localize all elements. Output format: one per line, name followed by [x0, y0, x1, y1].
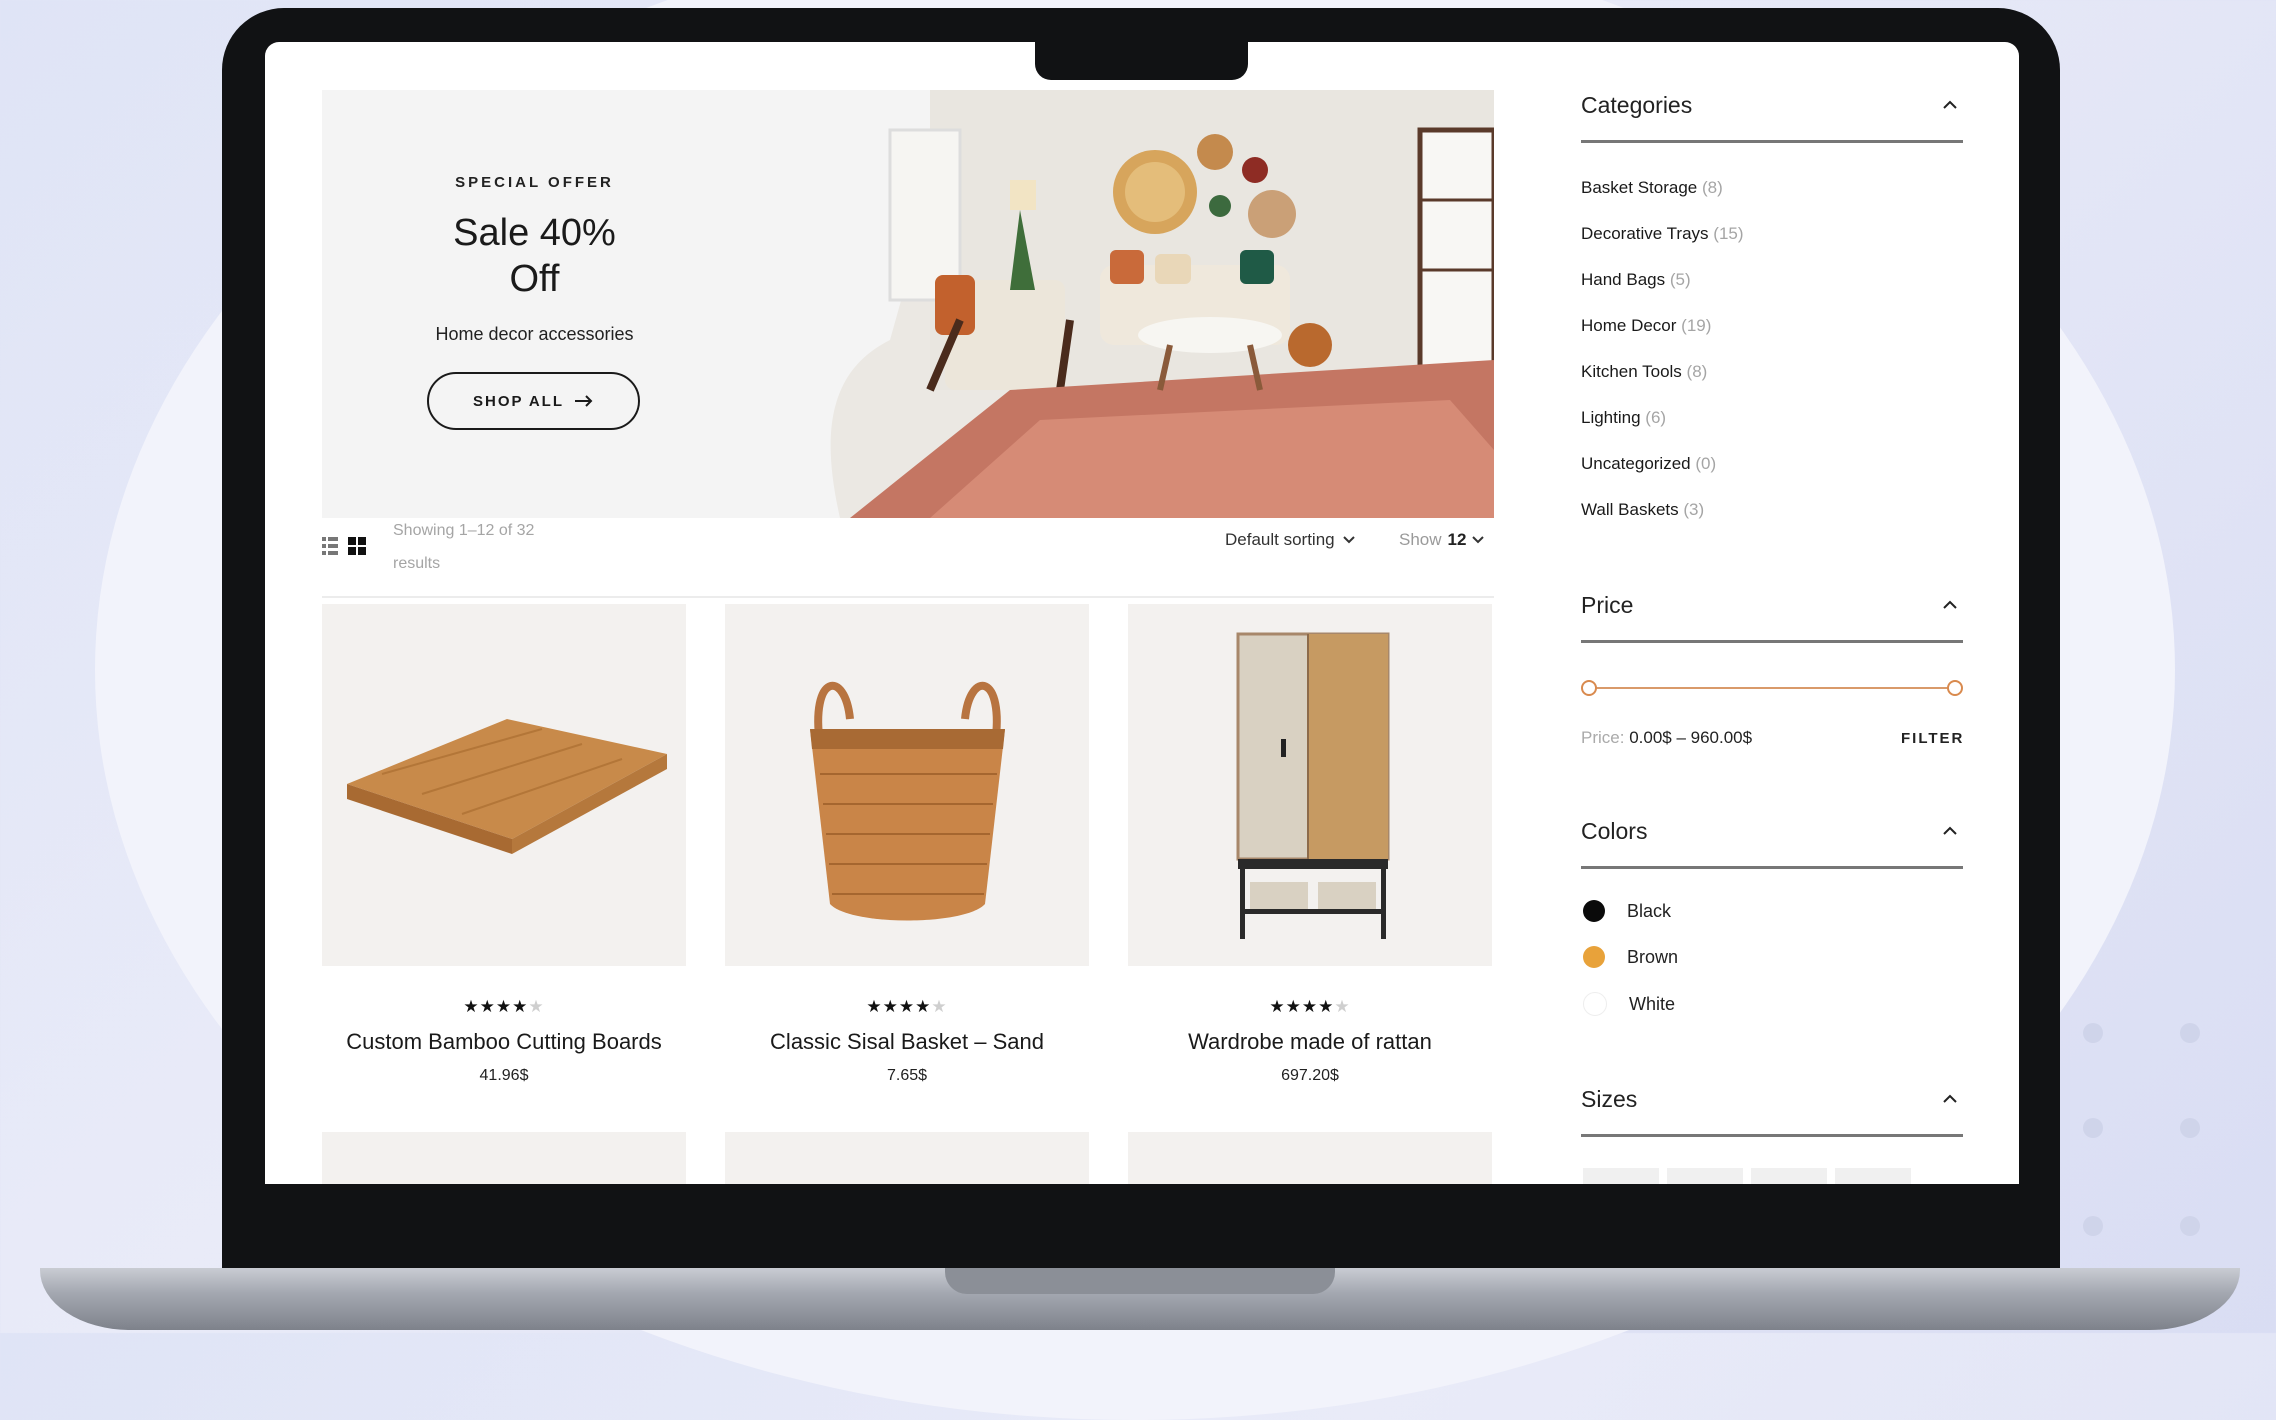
hero-subtitle: Home decor accessories: [435, 324, 634, 344]
decor-dot: [2083, 1216, 2103, 1236]
chevron-up-icon[interactable]: [1943, 100, 1957, 114]
rating-stars: ★★★★★: [866, 997, 948, 1016]
arrow-right-icon: [575, 395, 593, 407]
product-image[interactable]: [725, 604, 1089, 966]
category-item[interactable]: Wall Baskets (3): [1581, 500, 1704, 520]
decor-dot: [2083, 1023, 2103, 1043]
color-swatch[interactable]: [1583, 900, 1605, 922]
hero-banner: SPECIAL OFFER Sale 40% Off Home decor ac…: [322, 90, 1494, 518]
color-swatch[interactable]: [1583, 992, 1607, 1016]
hero-title: Sale 40% Off: [453, 212, 616, 300]
product-card[interactable]: ★★★★★ Classic Sisal Basket – Sand 7.65$: [725, 604, 1089, 1085]
sorting-select[interactable]: Default sorting: [1225, 530, 1355, 550]
price-slider-track[interactable]: [1587, 687, 1955, 689]
product-card-partial[interactable]: [322, 1132, 686, 1184]
product-card-partial[interactable]: [725, 1132, 1089, 1184]
price-header[interactable]: Price: [1581, 592, 1963, 619]
category-item[interactable]: Uncategorized (0): [1581, 454, 1716, 474]
price-title: Price: [1581, 592, 1634, 618]
rating-stars: ★★★★★: [1269, 997, 1351, 1016]
color-option-black[interactable]: Black: [1583, 900, 1671, 922]
product-card-partial[interactable]: [1128, 1132, 1492, 1184]
category-item[interactable]: Kitchen Tools (8): [1581, 362, 1707, 382]
product-name[interactable]: Wardrobe made of rattan: [1128, 1029, 1492, 1055]
price-range-label: Price: 0.00$ – 960.00$: [1581, 728, 1753, 747]
decor-dot: [2083, 1118, 2103, 1138]
camera-notch: [1035, 40, 1248, 80]
rating-stars: ★★★★★: [463, 997, 545, 1016]
colors-header[interactable]: Colors: [1581, 818, 1963, 845]
show-value: 12: [1447, 530, 1467, 549]
shop-all-button[interactable]: SHOP ALL: [427, 372, 640, 430]
sorting-label: Default sorting: [1225, 530, 1335, 549]
grid-view-icon[interactable]: [348, 537, 366, 555]
color-swatch[interactable]: [1583, 946, 1605, 968]
section-divider: [1581, 866, 1963, 869]
decor-dot: [2180, 1118, 2200, 1138]
decor-dot: [2180, 1216, 2200, 1236]
sizes-header[interactable]: Sizes: [1581, 1086, 1963, 1113]
product-price: 697.20$: [1281, 1067, 1339, 1084]
view-toggle[interactable]: [322, 534, 370, 558]
chevron-down-icon: [1342, 536, 1355, 544]
size-option[interactable]: [1751, 1168, 1827, 1184]
categories-title: Categories: [1581, 92, 1693, 118]
colors-title: Colors: [1581, 818, 1648, 844]
product-image[interactable]: [1128, 604, 1492, 966]
toolbar-divider: [322, 596, 1494, 598]
category-item[interactable]: Decorative Trays (15): [1581, 224, 1744, 244]
product-price: 7.65$: [886, 1067, 928, 1084]
color-option-brown[interactable]: Brown: [1583, 946, 1678, 968]
sizes-title: Sizes: [1581, 1086, 1638, 1112]
browser-screen: SPECIAL OFFER Sale 40% Off Home decor ac…: [265, 42, 2019, 1184]
list-view-icon[interactable]: [322, 537, 338, 555]
price-slider-min-handle[interactable]: [1581, 680, 1597, 696]
product-card[interactable]: ★★★★★ Wardrobe made of rattan 697.20$: [1128, 604, 1492, 1085]
hero-label: SPECIAL OFFER: [455, 174, 614, 191]
chevron-up-icon[interactable]: [1943, 826, 1957, 840]
price-slider-max-handle[interactable]: [1947, 680, 1963, 696]
product-price: 41.96$: [479, 1067, 529, 1084]
product-name[interactable]: Custom Bamboo Cutting Boards: [322, 1029, 686, 1055]
per-page-select[interactable]: Show 12: [1399, 530, 1485, 550]
category-item[interactable]: Basket Storage (8): [1581, 178, 1723, 198]
living-room-image: [810, 90, 1494, 518]
categories-header[interactable]: Categories: [1581, 92, 1963, 119]
color-option-white[interactable]: White: [1583, 992, 1675, 1016]
size-option[interactable]: [1583, 1168, 1659, 1184]
decor-dot: [2180, 1023, 2200, 1043]
size-option[interactable]: [1667, 1168, 1743, 1184]
show-label: Show: [1399, 530, 1442, 549]
shop-all-label: SHOP ALL: [472, 392, 564, 410]
size-option[interactable]: [1835, 1168, 1911, 1184]
category-item[interactable]: Home Decor (19): [1581, 316, 1711, 336]
product-card[interactable]: ★★★★★ Custom Bamboo Cutting Boards 41.96…: [322, 604, 686, 1085]
product-image[interactable]: [322, 604, 686, 966]
section-divider: [1581, 1134, 1963, 1137]
chevron-up-icon[interactable]: [1943, 600, 1957, 614]
section-divider: [1581, 640, 1963, 643]
laptop-hinge-notch: [945, 1268, 1335, 1294]
results-count: Showing 1–12 of 32 results: [393, 522, 535, 572]
category-item[interactable]: Lighting (6): [1581, 408, 1666, 428]
filter-button[interactable]: FILTER: [1901, 730, 1964, 747]
product-name[interactable]: Classic Sisal Basket – Sand: [725, 1029, 1089, 1055]
chevron-up-icon[interactable]: [1943, 1094, 1957, 1108]
chevron-down-icon: [1472, 536, 1485, 544]
section-divider: [1581, 140, 1963, 143]
category-item[interactable]: Hand Bags (5): [1581, 270, 1691, 290]
